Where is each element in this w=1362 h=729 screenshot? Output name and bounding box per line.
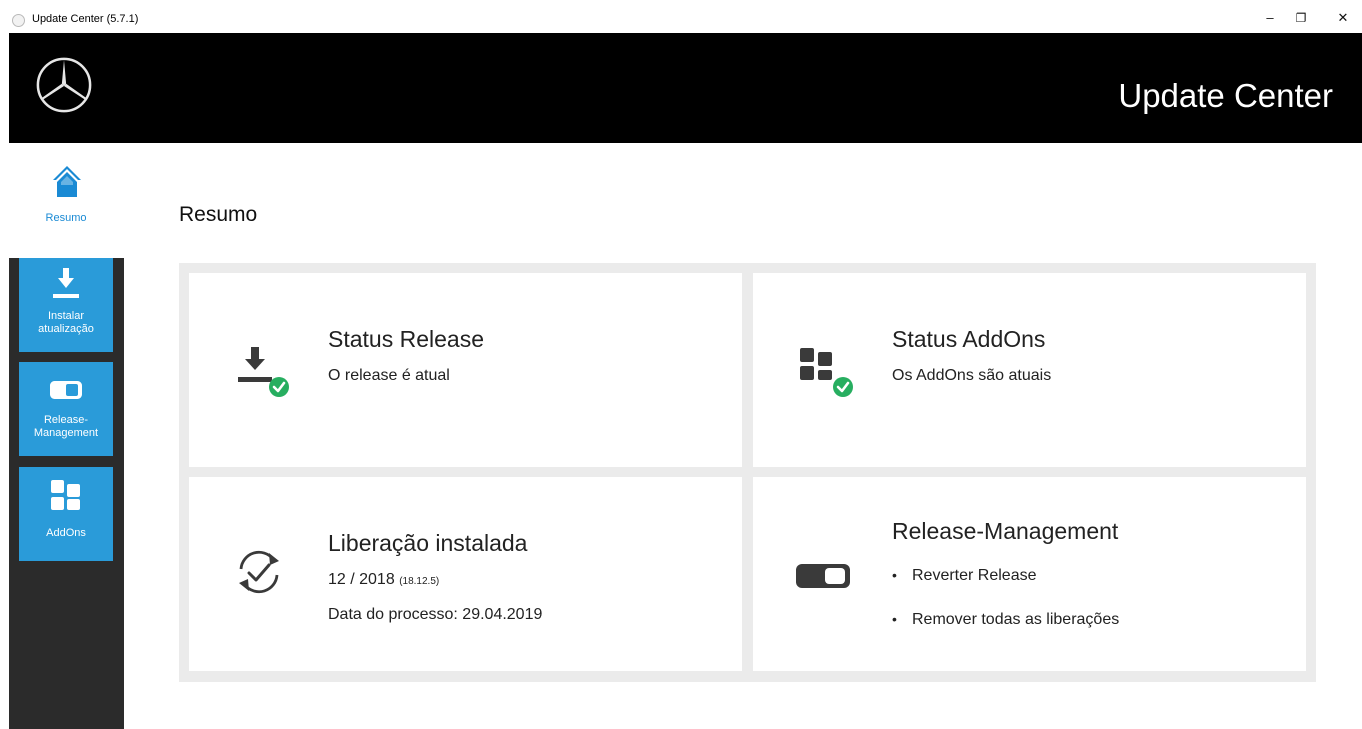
- app-header: Update Center: [9, 33, 1362, 143]
- toggle-icon: [50, 381, 82, 399]
- card-status-text: Os AddOns são atuais: [892, 367, 1052, 384]
- close-button[interactable]: ✕: [1331, 8, 1355, 28]
- restore-button[interactable]: ❐: [1289, 8, 1313, 28]
- addons-check-icon: [800, 348, 853, 397]
- app-icon: [12, 14, 25, 27]
- sidebar: Instalar atualização Release- Management…: [9, 258, 124, 729]
- home-icon: [53, 166, 81, 197]
- download-check-icon: [238, 347, 289, 397]
- window-titlebar: Update Center (5.7.1) – ❐ ✕: [0, 0, 1362, 33]
- minimize-button[interactable]: –: [1258, 8, 1282, 28]
- revert-release-label: Reverter Release: [912, 567, 1037, 584]
- bullet: •: [892, 611, 897, 627]
- installed-version: 12 / 2018 (18.12.5): [328, 571, 439, 589]
- card-title: Status Release: [328, 326, 484, 352]
- bullet: •: [892, 567, 897, 583]
- app-header-title: Update Center: [1118, 77, 1333, 114]
- remove-all-releases-label: Remover todas as liberações: [912, 611, 1120, 628]
- card-installed-release: Liberação instalada 12 / 2018 (18.12.5) …: [189, 477, 742, 671]
- tile-label-line1: Instalar: [47, 310, 85, 322]
- card-status-text: O release é atual: [328, 367, 450, 384]
- window-border: [0, 33, 9, 729]
- process-date: Data do processo: 29.04.2019: [328, 606, 543, 623]
- revert-release-link[interactable]: • Reverter Release: [892, 567, 1037, 585]
- version-detail: (18.12.5): [399, 576, 440, 587]
- tile-label-line1: Release-: [43, 414, 89, 426]
- card-title: Release-Management: [892, 518, 1119, 544]
- card-status-addons: Status AddOns Os AddOns são atuais: [753, 273, 1306, 467]
- download-icon: [53, 268, 79, 298]
- nav-release-management[interactable]: Release- Management: [19, 362, 113, 456]
- nav-resumo[interactable]: Resumo: [9, 160, 123, 230]
- sync-check-icon: [239, 550, 279, 594]
- summary-grid: Status Release O release é atual Status …: [179, 263, 1316, 682]
- addons-grid-icon: [51, 480, 80, 510]
- tile-label-line2: Management: [33, 427, 99, 439]
- tile-label: AddOns: [46, 527, 86, 539]
- page-title: Resumo: [179, 203, 258, 226]
- mercedes-star-icon: [36, 57, 92, 113]
- remove-all-releases-link[interactable]: • Remover todas as liberações: [892, 611, 1119, 629]
- toggle-icon: [796, 564, 850, 588]
- window-title: Update Center (5.7.1): [32, 13, 139, 25]
- tile-label-line2: atualização: [38, 323, 94, 335]
- nav-addons[interactable]: AddOns: [19, 467, 113, 561]
- nav-instalar-atualizacao[interactable]: Instalar atualização: [19, 258, 113, 352]
- version-number: 12 / 2018: [328, 571, 395, 588]
- card-release-management: Release-Management • Reverter Release • Re…: [753, 477, 1306, 671]
- card-title: Status AddOns: [892, 326, 1046, 352]
- card-status-release: Status Release O release é atual: [189, 273, 742, 467]
- nav-resumo-label: Resumo: [45, 212, 87, 224]
- card-title: Liberação instalada: [328, 530, 528, 556]
